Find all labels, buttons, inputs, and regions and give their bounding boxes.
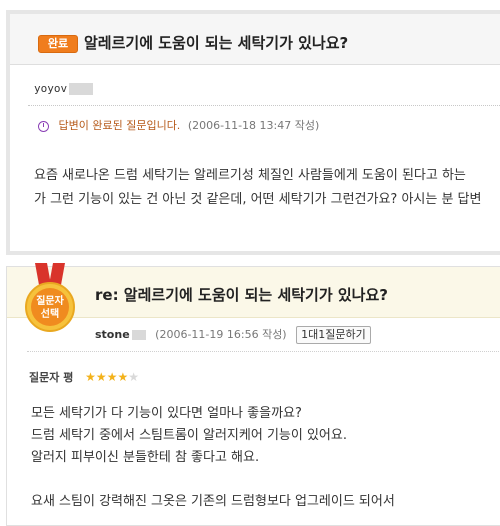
medal-text-1: 질문자 — [36, 294, 64, 307]
answer-body-line: 요새 스팀이 강력해진 그옷은 기존의 드럼형보다 업그레이드 되어서 — [31, 494, 395, 509]
question-header: 완료 알레르기에 도움이 되는 세탁기가 있나요? — [10, 14, 500, 65]
medal-text-2: 선택 — [41, 307, 59, 320]
status-text: 답변이 완료된 질문입니다. — [58, 119, 181, 132]
selected-medal-icon: 질문자 선택 — [25, 263, 75, 332]
divider — [27, 351, 500, 352]
question-panel: 완료 알레르기에 도움이 되는 세탁기가 있나요? yoyov 답변이 완료된 … — [6, 10, 500, 255]
answer-body-line: 모든 세탁기가 다 기능이 있다면 얼마나 좋을까요? — [31, 406, 302, 421]
answer-header: re: 알레르기에 도움이 되는 세탁기가 있나요? — [7, 267, 500, 318]
masked-username — [69, 83, 94, 95]
answer-body-line: 드럼 세탁기 중에서 스팀트롬이 알러지케어 기능이 있어요. — [31, 428, 347, 443]
question-body: 요즘 새로나온 드럼 세탁기는 알레르기성 체질인 사람들에게 도움이 된다고 … — [34, 164, 481, 212]
star-filled-icon: ★ — [85, 370, 96, 384]
rating-label: 질문자 평 — [29, 371, 74, 384]
star-filled-icon: ★ — [106, 370, 118, 384]
answer-body-line: 알러지 피부이신 분들한테 참 좋다고 해요. — [31, 450, 260, 465]
question-user-row: yoyov — [34, 82, 94, 95]
answer-date: (2006-11-19 16:56 작성) — [155, 328, 287, 341]
rating-row: 질문자 평 ★★★★★ — [29, 369, 139, 385]
star-empty-icon: ★ — [128, 370, 139, 384]
medal-ribbon-right — [49, 263, 65, 285]
question-body-line: 가 그런 기능이 있는 건 아닌 것 같은데, 어떤 세탁기가 그런건가요? 아… — [34, 192, 482, 207]
divider — [28, 105, 500, 106]
answer-user[interactable]: stone — [95, 328, 130, 341]
question-date: (2006-11-18 13:47 작성) — [187, 119, 320, 132]
question-user[interactable]: yoyov — [34, 82, 67, 95]
answer-title: re: 알레르기에 도움이 되는 세탁기가 있나요? — [95, 286, 388, 304]
one-on-one-question-button[interactable]: 1대1질문하기 — [296, 326, 371, 344]
question-body-line: 요즘 새로나온 드럼 세탁기는 알레르기성 체질인 사람들에게 도움이 된다고 … — [34, 168, 466, 183]
rating-stars: ★★★★★ — [85, 370, 139, 384]
star-filled-icon: ★ — [117, 370, 129, 384]
answer-panel: re: 알레르기에 도움이 되는 세탁기가 있나요? 질문자 선택 stone … — [6, 263, 500, 526]
masked-username — [131, 330, 146, 340]
answer-body: 모든 세탁기가 다 기능이 있다면 얼마나 좋을까요? 드럼 세탁기 중에서 스… — [31, 403, 395, 513]
status-badge: 완료 — [38, 35, 78, 53]
answer-user-row: stone (2006-11-19 16:56 작성) 1대1질문하기 — [95, 326, 371, 344]
star-filled-icon: ★ — [95, 370, 107, 384]
question-title: 알레르기에 도움이 되는 세탁기가 있나요? — [84, 34, 349, 52]
medal-ribbon-left — [35, 263, 51, 285]
medal-inner — [31, 288, 69, 326]
status-row: 답변이 완료된 질문입니다. (2006-11-18 13:47 작성) — [38, 117, 319, 133]
clock-icon — [38, 120, 49, 132]
